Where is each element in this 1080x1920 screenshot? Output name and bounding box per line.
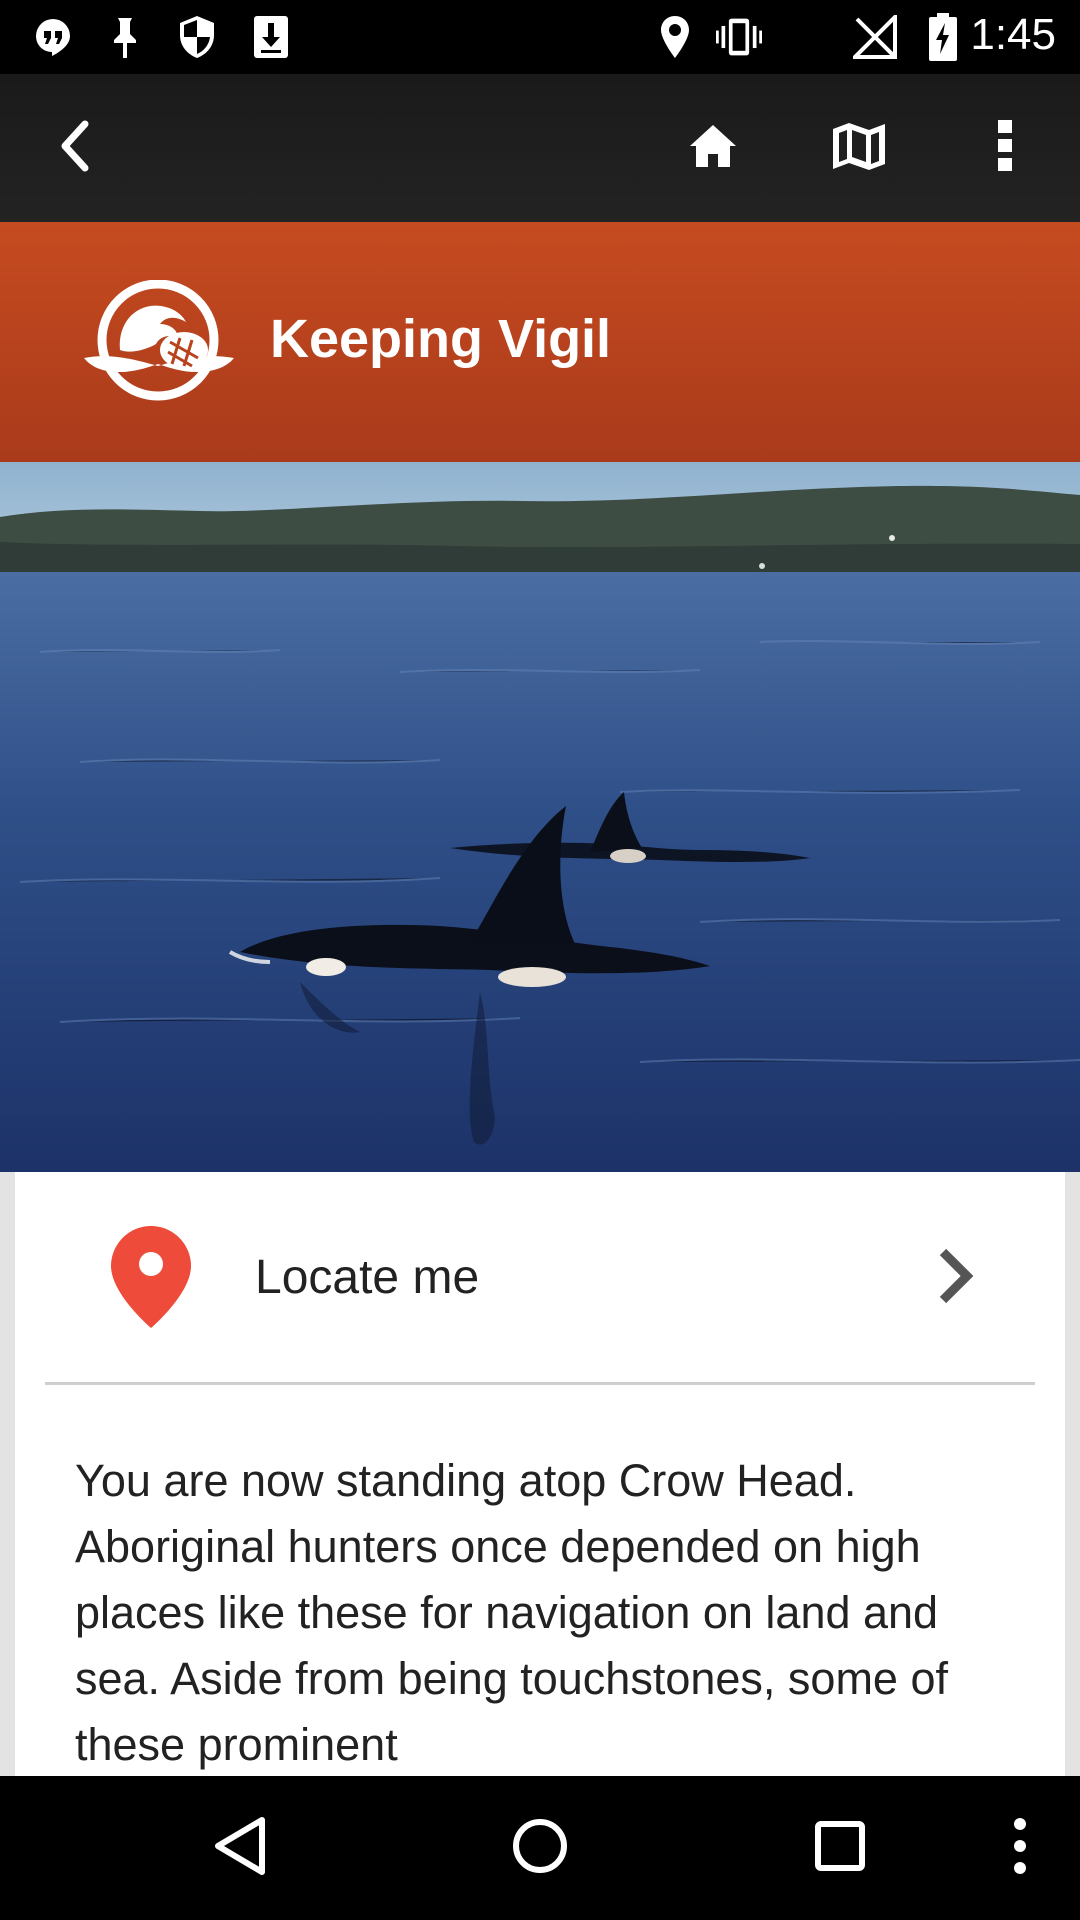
system-nav-bar	[0, 1776, 1080, 1920]
download-icon	[248, 14, 294, 60]
nav-home-button[interactable]	[490, 1798, 590, 1898]
map-pin-icon	[109, 1224, 193, 1334]
app-toolbar	[0, 74, 1080, 222]
vibrate-icon	[716, 14, 762, 60]
beaver-logo-icon	[80, 279, 238, 404]
chevron-right-icon	[933, 1246, 977, 1310]
no-signal-icon	[852, 14, 898, 60]
battery-charging-icon	[920, 13, 966, 61]
nav-recents-button[interactable]	[790, 1798, 890, 1898]
home-circle-icon	[511, 1817, 569, 1879]
locate-me-row[interactable]: Locate me	[15, 1172, 1065, 1382]
pin-icon	[102, 14, 148, 60]
map-button[interactable]	[814, 103, 904, 193]
map-icon	[830, 121, 888, 175]
overflow-menu-icon	[995, 118, 1015, 178]
back-icon	[55, 120, 95, 176]
shield-icon	[174, 14, 220, 60]
nav-more-button[interactable]	[970, 1798, 1070, 1898]
home-button[interactable]	[668, 103, 758, 193]
more-dots-icon	[1012, 1816, 1028, 1880]
recents-square-icon	[814, 1820, 866, 1876]
overflow-menu-button[interactable]	[960, 103, 1050, 193]
divider	[45, 1382, 1035, 1385]
content-card: Locate me You are now standing atop Crow…	[15, 1172, 1065, 1776]
title-banner: Keeping Vigil	[0, 222, 1080, 462]
home-icon	[689, 124, 737, 172]
status-bar: 1:45	[0, 0, 1080, 74]
nav-back-button[interactable]	[190, 1798, 290, 1898]
location-icon	[652, 14, 698, 60]
status-time: 1:45	[970, 10, 1056, 59]
hangouts-icon	[30, 14, 76, 60]
description-text: You are now standing atop Crow Head. Abo…	[75, 1455, 948, 1770]
content-area: Locate me You are now standing atop Crow…	[0, 1172, 1080, 1776]
page-title: Keeping Vigil	[270, 309, 612, 369]
back-button[interactable]	[30, 103, 120, 193]
back-triangle-icon	[212, 1816, 268, 1880]
orca-photo	[0, 462, 1080, 1172]
locate-me-label: Locate me	[255, 1251, 480, 1304]
